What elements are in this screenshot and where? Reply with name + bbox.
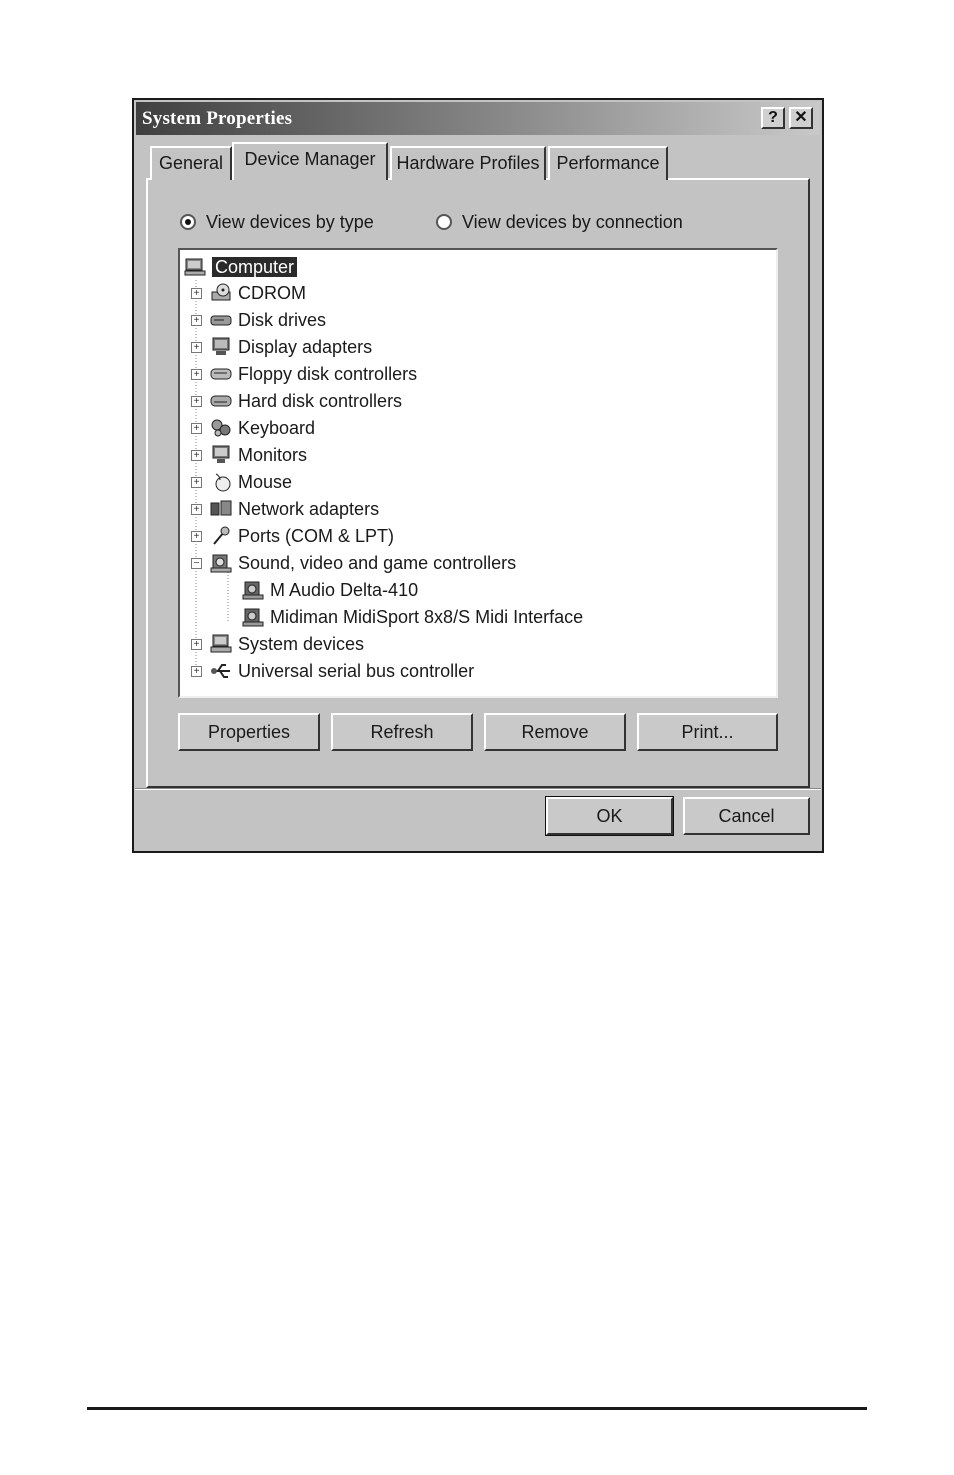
view-by-type-radio[interactable]: View devices by type	[180, 212, 374, 233]
remove-button[interactable]: Remove	[484, 713, 626, 751]
display-adapter-icon	[212, 337, 230, 355]
tree-category-item[interactable]: Monitors	[210, 442, 307, 468]
expand-icon[interactable]: +	[191, 423, 202, 434]
expand-icon[interactable]: +	[191, 531, 202, 542]
cancel-button[interactable]: Cancel	[683, 797, 810, 835]
expand-icon[interactable]: +	[191, 477, 202, 488]
help-button[interactable]: ?	[761, 107, 785, 129]
tab-hardware-profiles[interactable]: Hardware Profiles	[390, 146, 546, 180]
tree-category-item[interactable]: System devices	[210, 631, 364, 657]
mouse-icon	[215, 473, 231, 492]
hard-disk-controller-icon	[210, 395, 232, 407]
sound-controller-icon	[210, 554, 232, 573]
tree-child-item[interactable]: Midiman MidiSport 8x8/S Midi Interface	[242, 604, 583, 630]
tree-item-label: Floppy disk controllers	[238, 364, 418, 384]
tree-category-item[interactable]: Display adapters	[210, 334, 372, 360]
tree-child-item[interactable]: M Audio Delta-410	[242, 577, 418, 603]
tree-root-computer[interactable]: Computer	[184, 254, 298, 280]
tree-category-item[interactable]: Floppy disk controllers	[210, 361, 417, 387]
cdrom-icon	[211, 283, 231, 301]
expand-icon[interactable]: +	[191, 342, 202, 353]
usb-icon	[211, 664, 230, 678]
computer-icon	[184, 258, 206, 276]
tree-category-item[interactable]: Disk drives	[210, 307, 326, 333]
tree-root-label: Computer	[212, 257, 298, 277]
tree-item-label: CDROM	[238, 283, 306, 303]
tab-performance[interactable]: Performance	[548, 146, 668, 180]
radio-selected-icon	[180, 214, 196, 230]
monitor-icon	[212, 445, 230, 463]
properties-button[interactable]: Properties	[178, 713, 320, 751]
expand-icon[interactable]: +	[191, 369, 202, 380]
expand-icon[interactable]: +	[191, 639, 202, 650]
port-icon	[213, 526, 230, 545]
sound-device-icon	[242, 581, 264, 600]
floppy-controller-icon	[210, 368, 232, 380]
disk-drive-icon	[210, 315, 232, 326]
tree-category-item[interactable]: Hard disk controllers	[210, 388, 402, 414]
tree-item-label: Ports (COM & LPT)	[238, 526, 395, 546]
tree-item-label: Mouse	[238, 472, 293, 492]
tree-item-label: System devices	[238, 634, 365, 654]
view-by-connection-radio[interactable]: View devices by connection	[436, 212, 683, 233]
tree-item-label: Midiman MidiSport 8x8/S Midi Interface	[270, 607, 584, 627]
collapse-icon[interactable]: −	[191, 558, 202, 569]
view-by-type-label: View devices by type	[206, 212, 374, 232]
expand-icon[interactable]: +	[191, 450, 202, 461]
tree-item-label: Universal serial bus controller	[238, 661, 475, 681]
tree-item-label: Network adapters	[238, 499, 380, 519]
tab-general[interactable]: General	[150, 146, 232, 180]
tree-category-item[interactable]: Universal serial bus controller	[210, 658, 474, 684]
expand-icon[interactable]: +	[191, 504, 202, 515]
expand-icon[interactable]: +	[191, 315, 202, 326]
keyboard-icon	[211, 419, 231, 437]
device-tree[interactable]: Computer CDROM + Disk drives + Display adapt…	[178, 248, 778, 698]
sound-device-icon	[242, 608, 264, 627]
expand-icon[interactable]: +	[191, 288, 202, 299]
tree-item-label: Keyboard	[238, 418, 316, 438]
tab-device-manager[interactable]: Device Manager	[232, 142, 388, 180]
tree-item-label: Disk drives	[238, 310, 327, 330]
radio-unselected-icon	[436, 214, 452, 230]
tree-item-label: Monitors	[238, 445, 308, 465]
tree-category-item[interactable]: Sound, video and game controllers	[210, 550, 516, 576]
close-button[interactable]: ✕	[789, 107, 813, 129]
window-title: System Properties	[142, 108, 293, 129]
tree-category-item[interactable]: Ports (COM & LPT)	[210, 523, 394, 549]
expand-icon[interactable]: +	[191, 396, 202, 407]
system-devices-icon	[210, 634, 232, 653]
view-by-connection-label: View devices by connection	[462, 212, 683, 232]
tree-item-label: Hard disk controllers	[238, 391, 403, 411]
expand-icon[interactable]: +	[191, 666, 202, 677]
tree-item-label: Display adapters	[238, 337, 373, 357]
tree-category-item[interactable]: CDROM	[210, 280, 306, 306]
footer-separator	[135, 788, 821, 790]
tree-category-item[interactable]: Mouse	[210, 469, 292, 495]
ok-button[interactable]: OK	[545, 796, 674, 836]
tree-item-label: Sound, video and game controllers	[238, 553, 517, 573]
network-adapter-icon	[210, 500, 232, 516]
page-rule	[87, 1407, 867, 1410]
tree-category-item[interactable]: Network adapters	[210, 496, 379, 522]
title-bar[interactable]: System Properties ? ✕	[136, 102, 820, 135]
print-button[interactable]: Print...	[637, 713, 778, 751]
tree-item-label: M Audio Delta-410	[270, 580, 419, 600]
tree-category-item[interactable]: Keyboard	[210, 415, 315, 441]
refresh-button[interactable]: Refresh	[331, 713, 473, 751]
